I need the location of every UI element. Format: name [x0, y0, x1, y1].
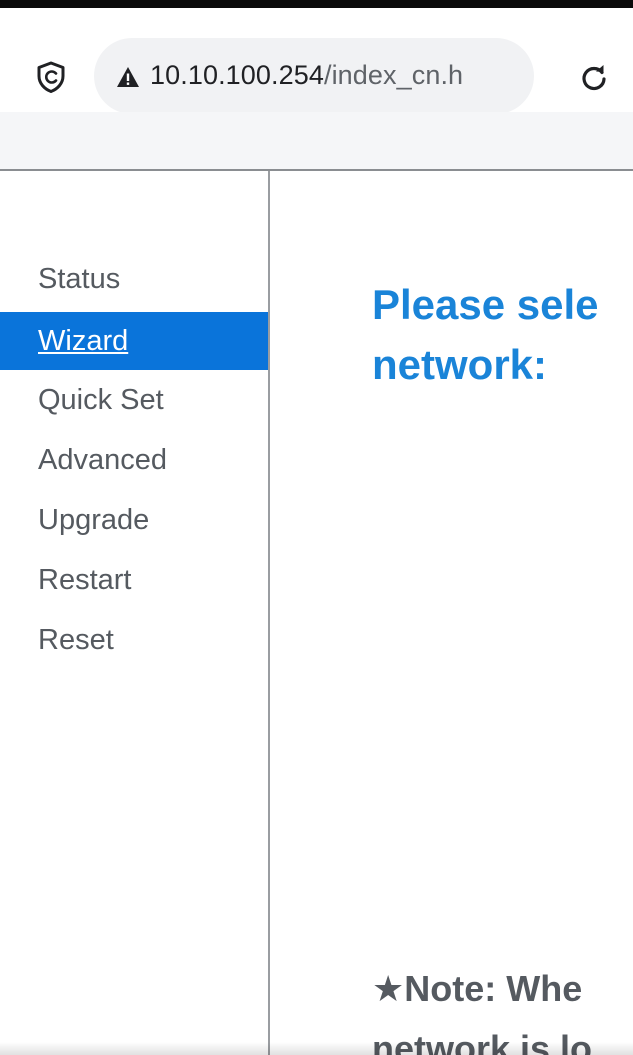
browser-toolbar: 10.10.100.254/index_cn.h: [0, 8, 633, 114]
status-bar: [0, 0, 633, 8]
reload-icon[interactable]: [574, 58, 614, 98]
url-text[interactable]: 10.10.100.254/index_cn.h: [150, 60, 463, 91]
sidebar-item-quick-set[interactable]: Quick Set: [0, 371, 268, 429]
url-path: /index_cn.h: [323, 60, 464, 90]
shield-icon[interactable]: [34, 60, 68, 94]
sidebar-item-restart[interactable]: Restart: [0, 551, 268, 609]
note-line-1: ★Note: Whe: [372, 968, 583, 1009]
bottom-shadow: [0, 1042, 633, 1055]
page-header-strip: [0, 112, 633, 171]
note-text: ★Note: Whenetwork is lo: [372, 959, 633, 1055]
main-content: Please sele network: ★Note: Whenetwork is…: [270, 171, 633, 1055]
sidebar-item-upgrade[interactable]: Upgrade: [0, 491, 268, 549]
warning-triangle-icon[interactable]: [116, 66, 140, 88]
sidebar-item-wizard[interactable]: Wizard: [0, 312, 268, 370]
sidebar-item-reset[interactable]: Reset: [0, 611, 268, 669]
sidebar-item-advanced[interactable]: Advanced: [0, 431, 268, 489]
sidebar-nav: Status Wizard Quick Set Advanced Upgrade…: [0, 171, 270, 1055]
title-line-1: Please sele: [372, 281, 599, 328]
sidebar-item-status[interactable]: Status: [0, 250, 268, 308]
page-title: Please sele network:: [372, 275, 633, 395]
title-line-2: network:: [372, 341, 548, 388]
url-host: 10.10.100.254: [150, 60, 324, 90]
